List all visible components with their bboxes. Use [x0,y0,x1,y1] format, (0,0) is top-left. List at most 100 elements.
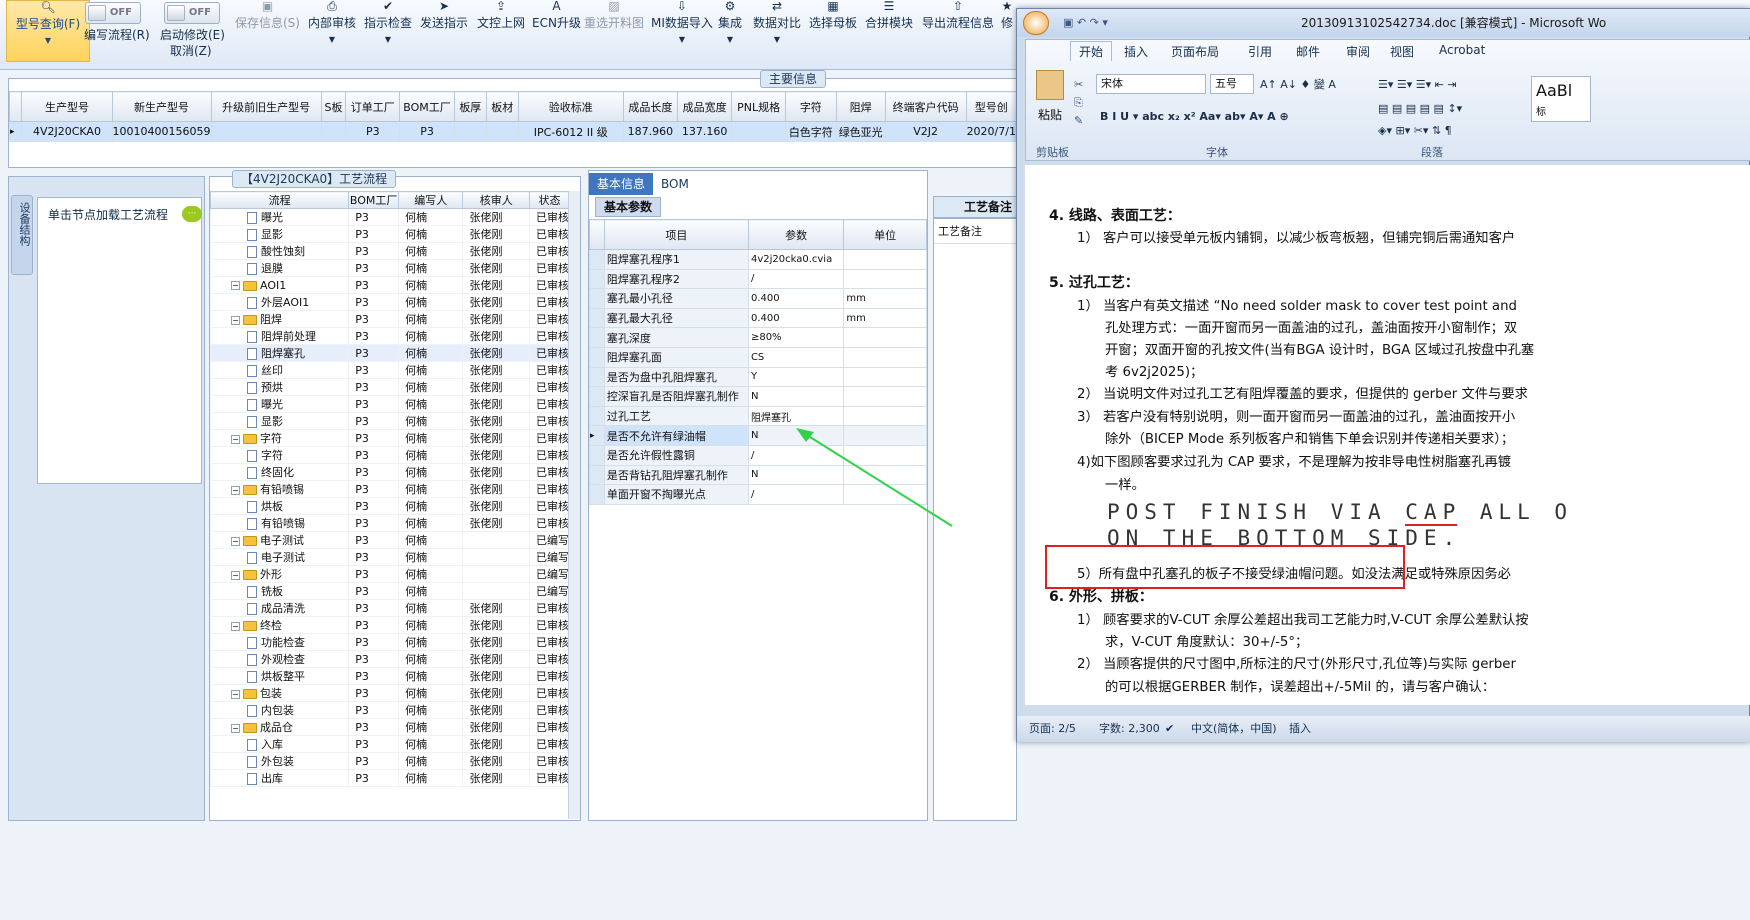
process-writer-cell[interactable]: 何楠 [398,395,464,413]
process-reviewer-cell[interactable]: 张佬刚 [462,225,530,243]
process-reviewer-cell[interactable]: 张佬刚 [462,412,530,430]
param-row[interactable]: 塞孔最大孔径 0.400 mm [589,307,927,329]
font-name-box[interactable]: 宋体 [1096,74,1206,94]
process-status-cell[interactable]: 已审核 [528,446,571,464]
main-info-cell[interactable]: 137.160 [676,121,733,142]
align-buttons[interactable]: ▤ ▤ ▤ ▤ ▤ ↕▾ [1378,100,1508,118]
param-unit-cell[interactable]: mm [843,307,927,329]
param-unit-cell[interactable] [843,327,927,348]
process-writer-cell[interactable]: 何楠 [398,531,464,549]
main-info-cell[interactable]: 白色字符 [784,121,837,142]
process-status-cell[interactable]: 已审核 [528,361,571,379]
document-page[interactable]: 4. 线路、表面工艺： 1） 客户可以接受单元板内铺铜，以减少板弯板翘，但铺完铜… [1025,165,1750,705]
process-writer-cell[interactable]: 何楠 [398,582,464,600]
param-item-cell[interactable]: 是否允许假性露铜 [603,444,749,466]
main-info-header-cell[interactable]: 新生产型号 [111,91,212,122]
process-header-cell[interactable]: 核审人 [462,191,530,209]
process-header-cell[interactable]: BOM工厂 [348,191,400,209]
process-name-cell[interactable]: − 成品仓 [210,718,350,736]
process-name-cell[interactable]: 内包装 [210,701,350,719]
export-flow-info-button[interactable]: ⇧ 导出流程信息 [922,0,994,62]
process-name-cell[interactable]: − 外形 [210,565,350,583]
param-unit-cell[interactable] [843,346,927,368]
process-status-cell[interactable]: 已审核 [528,208,571,226]
save-info-button[interactable]: ▣ 保存信息(S) [235,0,300,62]
process-header-cell[interactable]: 流程 [210,191,350,209]
process-status-cell[interactable]: 已审核 [528,259,571,277]
param-value-cell[interactable]: / [747,268,845,290]
process-bom-cell[interactable]: P3 [348,344,400,362]
process-writer-cell[interactable]: 何楠 [398,769,464,787]
process-writer-cell[interactable]: 何楠 [398,259,464,277]
process-reviewer-cell[interactable]: 张佬刚 [462,633,530,651]
process-bom-cell[interactable]: P3 [348,361,400,379]
font-size-box[interactable]: 五号 [1210,74,1254,94]
process-writer-cell[interactable]: 何楠 [398,633,464,651]
process-name-cell[interactable]: 烘板 [210,497,350,515]
process-name-cell[interactable]: − 有铅喷锡 [210,480,350,498]
ribbon-tab-mailings[interactable]: 邮件 [1296,43,1320,60]
param-value-cell[interactable]: 4v2j20cka0.cvia [747,249,845,270]
process-name-cell[interactable]: 外层AOI1 [210,293,350,311]
ribbon-tab-references[interactable]: 引用 [1248,43,1272,60]
process-writer-cell[interactable]: 何楠 [398,650,464,668]
main-info-header-cell[interactable]: 板材 [485,91,519,122]
process-writer-cell[interactable]: 何楠 [398,616,464,634]
params-header-cell[interactable]: 项目 [603,219,749,250]
instruction-check-button[interactable]: ✔ 指示检查 ▼ [364,0,412,62]
process-status-cell[interactable]: 已审核 [528,684,571,702]
process-name-cell[interactable]: 曝光 [210,208,350,226]
process-reviewer-cell[interactable]: 张佬刚 [462,701,530,719]
process-row[interactable]: 曝光 P3 何楠 张佬刚 已审核 [210,395,571,413]
process-bom-cell[interactable]: P3 [348,276,400,294]
paste-icon[interactable] [1036,70,1064,100]
process-name-cell[interactable]: 功能检查 [210,633,350,651]
process-row[interactable]: 成品清洗 P3 何楠 张佬刚 已审核 [210,599,571,617]
main-info-header-cell[interactable]: 成品宽度 [676,91,733,122]
main-info-cell[interactable] [731,121,786,142]
process-bom-cell[interactable]: P3 [348,701,400,719]
process-name-cell[interactable]: 出库 [210,769,350,787]
process-writer-cell[interactable]: 何楠 [398,684,464,702]
process-status-cell[interactable]: 已审核 [528,429,571,447]
model-query-button[interactable]: 🔍︎ 型号查询(F) ▼ [6,0,90,62]
ribbon-tab-view[interactable]: 视图 [1390,43,1414,60]
process-status-cell[interactable]: 已审核 [528,633,571,651]
collapse-icon[interactable]: − [231,281,240,290]
process-status-cell[interactable]: 已审核 [528,378,571,396]
ribbon-tab-review[interactable]: 审阅 [1346,43,1370,60]
shading-buttons[interactable]: ◈▾ ⊞▾ ✂▾ ⇅ ¶ [1378,122,1508,140]
process-status-cell[interactable]: 已审核 [528,344,571,362]
process-status-cell[interactable]: 已审核 [528,395,571,413]
main-info-header-cell[interactable]: 成品长度 [622,91,679,122]
paste-label[interactable]: 粘贴 [1038,106,1062,123]
process-name-cell[interactable]: 显影 [210,412,350,430]
main-info-cell[interactable]: P3 [399,121,455,142]
process-reviewer-cell[interactable]: 张佬刚 [462,735,530,753]
process-reviewer-cell[interactable]: 张佬刚 [462,242,530,260]
process-bom-cell[interactable]: P3 [348,735,400,753]
list-buttons[interactable]: ☰▾ ☰▾ ☰▾ ⇤ ⇥ [1378,76,1518,94]
collapse-icon[interactable]: − [231,621,240,631]
process-name-cell[interactable]: − 电子测试 [210,531,350,549]
process-reviewer-cell[interactable]: 张佬刚 [462,616,530,634]
process-writer-cell[interactable]: 何楠 [398,429,464,447]
main-info-cell[interactable] [210,121,322,142]
process-writer-cell[interactable]: 何楠 [398,293,464,311]
process-writer-cell[interactable]: 何楠 [398,327,464,345]
ribbon-tab-layout[interactable]: 页面布局 [1171,43,1219,60]
style-preview[interactable]: AaBl 标 [1531,76,1591,122]
process-bom-cell[interactable]: P3 [348,514,400,532]
process-row[interactable]: − 字符 P3 何楠 张佬刚 已审核 [210,429,571,447]
param-row[interactable]: 阻焊塞孔面 CS [589,346,927,368]
process-bom-cell[interactable]: P3 [348,463,400,481]
process-reviewer-cell[interactable]: 张佬刚 [462,718,530,736]
quick-access-toolbar[interactable]: ▣ ↶ ↷ ▾ [1063,9,1108,37]
main-info-header-cell[interactable]: 字符 [784,91,837,122]
process-status-cell[interactable]: 已编写 [528,531,571,549]
process-bom-cell[interactable]: P3 [348,225,400,243]
process-bom-cell[interactable]: P3 [348,769,400,787]
main-info-cell[interactable] [485,121,519,142]
process-row[interactable]: − AOI1 P3 何楠 张佬刚 已审核 [210,276,571,294]
process-reviewer-cell[interactable]: 张佬刚 [462,769,530,787]
